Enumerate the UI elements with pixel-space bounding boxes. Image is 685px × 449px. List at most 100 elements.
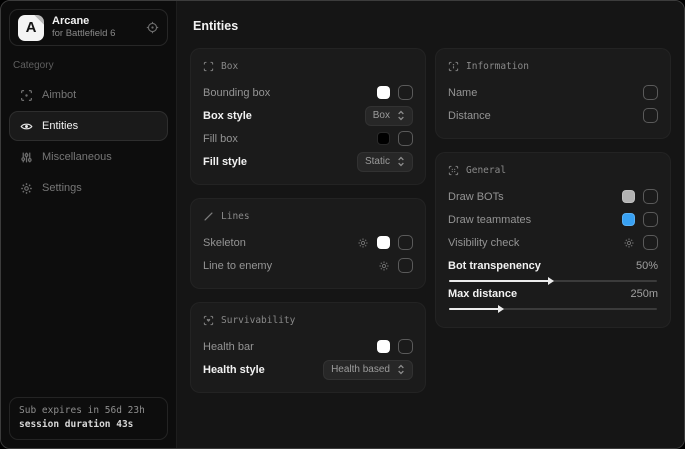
box-icon (203, 61, 214, 72)
crosshair-icon (20, 89, 33, 102)
setting-label: Fill box (203, 133, 238, 145)
sidebar-item-label: Miscellaneous (42, 151, 112, 163)
sliders-icon (20, 151, 33, 164)
name-checkbox[interactable] (643, 85, 658, 100)
setting-row: Bounding box (203, 81, 413, 104)
sidebar-item-miscellaneous[interactable]: Miscellaneous (9, 142, 168, 172)
box-style-dropdown[interactable]: Box (365, 106, 413, 126)
section-title: Box (221, 61, 238, 72)
sidebar-nav: Aimbot Entities Miscella (9, 80, 168, 203)
sidebar-item-label: Entities (42, 120, 78, 132)
survivability-section: Survivability Health bar Health style He… (190, 302, 426, 393)
setting-label: Bounding box (203, 87, 270, 99)
dropdown-value: Box (373, 110, 390, 121)
grid-brackets-icon (448, 165, 459, 176)
chevron-updown-icon (397, 156, 405, 167)
app-header-card: A Arcane for Battlefield 6 (9, 9, 168, 46)
setting-row: Health style Health based (203, 358, 413, 381)
setting-label: Line to enemy (203, 260, 272, 272)
app-name: Arcane (52, 15, 115, 29)
setting-label: Draw teammates (448, 214, 531, 226)
app-logo: A (18, 15, 44, 41)
color-swatch[interactable] (622, 190, 635, 203)
setting-row: Line to enemy (203, 254, 413, 277)
bot-transparency-slider-group: Bot transpenency 50% (448, 260, 658, 282)
section-title: Lines (221, 211, 250, 222)
setting-label: Visibility check (448, 237, 519, 249)
health-bar-checkbox[interactable] (398, 339, 413, 354)
main-content: Entities Box B (177, 1, 684, 448)
app-subtitle: for Battlefield 6 (52, 28, 115, 40)
eye-icon (20, 120, 33, 133)
visibility-check-checkbox[interactable] (643, 235, 658, 250)
dropdown-value: Static (365, 156, 390, 167)
sidebar-item-settings[interactable]: Settings (9, 173, 168, 203)
bot-transparency-slider[interactable] (449, 280, 657, 282)
color-swatch[interactable] (377, 236, 390, 249)
setting-label: Fill style (203, 156, 247, 168)
setting-row: Box style Box (203, 104, 413, 127)
sidebar-item-entities[interactable]: Entities (9, 111, 168, 141)
info-brackets-icon (448, 61, 459, 72)
setting-row: Health bar (203, 335, 413, 358)
fill-style-dropdown[interactable]: Static (357, 152, 413, 172)
chevron-updown-icon (397, 110, 405, 121)
target-icon[interactable] (146, 21, 159, 34)
section-title: General (466, 165, 506, 176)
setting-row: Distance (448, 104, 658, 127)
setting-row: Visibility check (448, 231, 658, 254)
slider-label: Max distance (448, 288, 517, 300)
sidebar-item-aimbot[interactable]: Aimbot (9, 80, 168, 110)
sidebar-item-label: Aimbot (42, 89, 76, 101)
section-title: Information (466, 61, 529, 72)
gear-icon[interactable] (357, 237, 369, 249)
page-title: Entities (193, 19, 671, 33)
setting-row: Name (448, 81, 658, 104)
fill-box-checkbox[interactable] (398, 131, 413, 146)
slider-value: 250m (630, 288, 658, 300)
gear-icon[interactable] (623, 237, 635, 249)
slider-label: Bot transpenency (448, 260, 541, 272)
color-swatch[interactable] (377, 132, 390, 145)
health-brackets-icon (203, 315, 214, 326)
color-swatch[interactable] (377, 340, 390, 353)
draw-teammates-checkbox[interactable] (643, 212, 658, 227)
setting-row: Draw BOTs (448, 185, 658, 208)
setting-label: Health bar (203, 341, 254, 353)
subscription-info: Sub expires in 56d 23h session duration … (9, 397, 168, 440)
setting-row: Draw teammates (448, 208, 658, 231)
setting-row: Fill style Static (203, 150, 413, 173)
max-distance-slider[interactable] (449, 308, 657, 310)
sub-expiry-text: Sub expires in 56d 23h (19, 404, 158, 419)
setting-label: Name (448, 87, 477, 99)
color-swatch[interactable] (377, 86, 390, 99)
health-style-dropdown[interactable]: Health based (323, 360, 413, 380)
setting-label: Health style (203, 364, 265, 376)
sidebar-item-label: Settings (42, 182, 82, 194)
setting-label: Skeleton (203, 237, 246, 249)
skeleton-checkbox[interactable] (398, 235, 413, 250)
gear-icon (20, 182, 33, 195)
box-section: Box Bounding box Box style Box (190, 48, 426, 185)
bounding-box-checkbox[interactable] (398, 85, 413, 100)
chevron-updown-icon (397, 364, 405, 375)
setting-row: Fill box (203, 127, 413, 150)
gear-icon[interactable] (378, 260, 390, 272)
sidebar: A Arcane for Battlefield 6 Category (1, 1, 177, 448)
draw-bots-checkbox[interactable] (643, 189, 658, 204)
information-section: Information Name Distance (435, 48, 671, 139)
dropdown-value: Health based (331, 364, 390, 375)
slider-value: 50% (636, 260, 658, 272)
max-distance-slider-group: Max distance 250m (448, 288, 658, 310)
slider-fill (449, 308, 499, 310)
setting-label: Draw BOTs (448, 191, 504, 203)
line-to-enemy-checkbox[interactable] (398, 258, 413, 273)
lines-section: Lines Skeleton (190, 198, 426, 289)
app-window: A Arcane for Battlefield 6 Category (0, 0, 685, 449)
category-label: Category (13, 60, 164, 71)
setting-label: Distance (448, 110, 491, 122)
diagonal-line-icon (203, 211, 214, 222)
color-swatch[interactable] (622, 213, 635, 226)
distance-checkbox[interactable] (643, 108, 658, 123)
setting-row: Skeleton (203, 231, 413, 254)
